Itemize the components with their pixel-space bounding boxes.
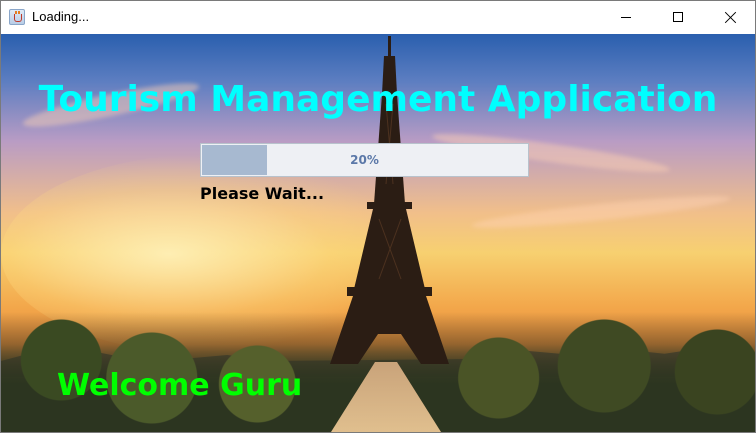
java-coffee-cup-icon: [9, 9, 25, 25]
title-bar[interactable]: Loading...: [1, 1, 755, 34]
please-wait-label: Please Wait...: [200, 184, 325, 203]
maximize-icon: [673, 12, 683, 22]
app-title-heading: Tourism Management Application: [38, 79, 718, 120]
app-window: Loading... Tourism Management Applicatio…: [0, 0, 756, 433]
progress-percent-label: 20%: [350, 153, 379, 167]
loading-progress-bar: 20%: [200, 143, 529, 177]
splash-panel: Tourism Management Application 20% Pleas…: [1, 34, 755, 432]
minimize-icon: [621, 17, 631, 18]
maximize-button[interactable]: [655, 1, 701, 34]
close-icon: [724, 11, 737, 24]
window-title: Loading...: [32, 9, 90, 24]
welcome-user-label: Welcome Guru: [57, 368, 303, 403]
close-button[interactable]: [707, 1, 753, 34]
minimize-button[interactable]: [603, 1, 649, 34]
